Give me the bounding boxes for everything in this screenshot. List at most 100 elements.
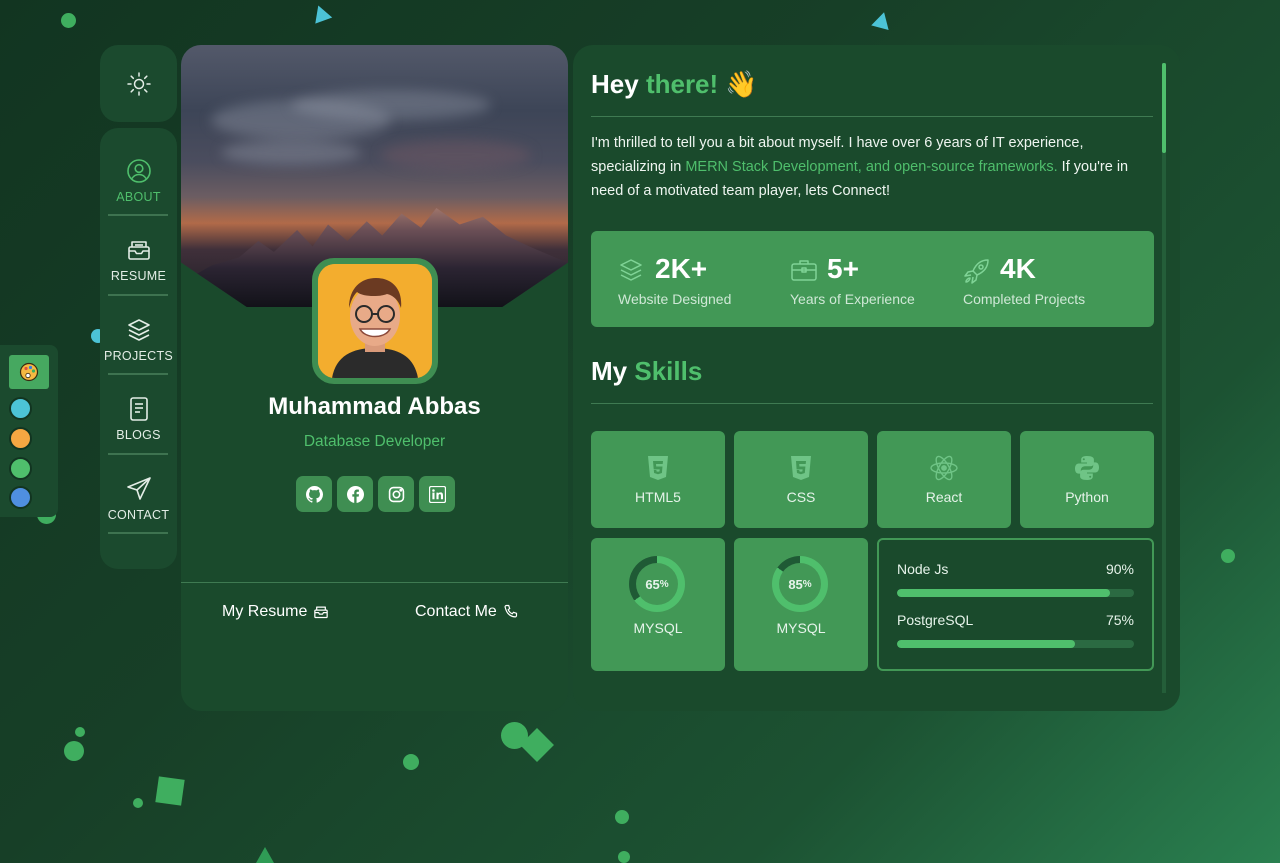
- progress-bar-fill: [897, 589, 1111, 597]
- html5-icon: [648, 455, 668, 480]
- ring-unit: %: [802, 578, 812, 590]
- nav-item-contact[interactable]: CONTACT: [100, 461, 177, 537]
- skill-react: React: [877, 431, 1011, 528]
- ring-unit: %: [659, 578, 669, 590]
- stat-value: 2K+: [655, 253, 708, 284]
- decor-dot: [618, 851, 630, 863]
- nav-item-projects[interactable]: PROJECTS: [100, 302, 177, 378]
- skill-css: CSS: [734, 431, 868, 528]
- nav-divider: [108, 373, 168, 375]
- document-icon: [129, 397, 148, 421]
- decor-dot: [75, 727, 85, 737]
- linkedin-icon: [428, 485, 446, 503]
- scrollbar-track[interactable]: [1162, 63, 1166, 693]
- react-icon: [930, 455, 958, 480]
- skill-bar-row: Node Js 90%: [897, 561, 1134, 597]
- intro-highlight: MERN Stack Development, and open-source …: [685, 159, 1058, 175]
- inbox-icon: [314, 606, 329, 619]
- css3-icon: [791, 455, 811, 480]
- skill-bar-row: PostgreSQL 75%: [897, 612, 1134, 648]
- bar-value: 90%: [1105, 561, 1134, 577]
- theme-swatch-green[interactable]: [9, 457, 32, 480]
- ring-value: 85: [788, 576, 803, 592]
- decor-square: [155, 776, 185, 806]
- nav-item-blogs[interactable]: BLOGS: [100, 381, 177, 457]
- decor-dot: [1221, 549, 1235, 563]
- nav-item-resume[interactable]: RESUME: [100, 222, 177, 298]
- progress-bar-track: [897, 640, 1134, 648]
- python-icon: [1075, 455, 1099, 480]
- linkedin-link[interactable]: [419, 476, 455, 512]
- skill-python: Python: [1020, 431, 1154, 528]
- skill-ring-card: 65% MYSQL: [591, 538, 725, 671]
- theme-toggle-button[interactable]: [100, 45, 177, 122]
- progress-bar-track: [897, 589, 1134, 597]
- decor-triangle: [309, 2, 333, 24]
- decor-triangle: [256, 847, 274, 863]
- nav-item-label: ABOUT: [116, 190, 161, 204]
- send-icon: [126, 477, 151, 500]
- skill-ring-card: 85% MYSQL: [734, 538, 868, 671]
- scrollbar-thumb[interactable]: [1162, 63, 1166, 153]
- github-link[interactable]: [296, 476, 332, 512]
- stat-label: Years of Experience: [790, 291, 915, 307]
- decor-dot: [403, 754, 419, 770]
- nav-item-about[interactable]: ABOUT: [100, 143, 177, 219]
- about-card: Hey there! 👋 I'm thrilled to tell you a …: [573, 45, 1180, 711]
- progress-ring: 85%: [772, 556, 828, 612]
- rocket-icon: [964, 259, 989, 284]
- skill-bars-card: Node Js 90% PostgreSQL 75%: [877, 538, 1154, 671]
- stat-label: Completed Projects: [963, 291, 1086, 307]
- layers-icon: [620, 259, 642, 281]
- about-intro: I'm thrilled to tell you a bit about mys…: [591, 135, 1129, 199]
- nav-item-label: CONTACT: [107, 508, 170, 522]
- github-icon: [305, 485, 323, 503]
- instagram-link[interactable]: [378, 476, 414, 512]
- profile-photo: [318, 264, 432, 378]
- ring-label: MYSQL: [633, 620, 683, 636]
- ring-label: MYSQL: [776, 620, 826, 636]
- facebook-link[interactable]: [337, 476, 373, 512]
- profile-divider: [181, 582, 568, 583]
- skill-label: React: [925, 488, 963, 505]
- decor-dot: [133, 798, 143, 808]
- my-resume-label: My Resume: [222, 603, 308, 620]
- skill-label: Python: [1065, 488, 1109, 505]
- nav-divider: [108, 453, 168, 455]
- skill-label: CSS: [786, 488, 816, 505]
- instagram-icon: [388, 486, 404, 502]
- skill-label: HTML5: [635, 488, 681, 505]
- stats-panel: 2K+ Website Designed 5+ Years of Experie…: [591, 231, 1154, 327]
- theme-swatch-orange[interactable]: [9, 427, 32, 450]
- stat-value: 5+: [827, 253, 859, 284]
- phone-icon: [504, 604, 517, 618]
- profile-name: Muhammad Abbas: [268, 393, 481, 420]
- contact-me-label: Contact Me: [415, 603, 497, 620]
- profile-role: Database Developer: [303, 433, 446, 450]
- heading-divider: [591, 116, 1153, 117]
- bar-label: PostgreSQL: [897, 612, 974, 628]
- contact-me-button[interactable]: Contact Me: [415, 603, 519, 621]
- skills-divider: [591, 403, 1153, 404]
- layers-icon: [127, 319, 150, 341]
- nav-divider: [108, 214, 168, 216]
- my-resume-button[interactable]: My Resume: [222, 603, 329, 621]
- decor-dot: [64, 741, 84, 761]
- bar-value: 75%: [1105, 612, 1134, 628]
- nav-item-label: BLOGS: [116, 428, 161, 442]
- nav-divider: [108, 532, 168, 534]
- profile-card: Muhammad Abbas Database Developer My Res…: [181, 45, 568, 711]
- nav-item-label: PROJECTS: [103, 349, 174, 363]
- bar-label: Node Js: [897, 561, 949, 577]
- skills-heading: My Skills: [591, 356, 703, 386]
- theme-swatch-blue[interactable]: [9, 486, 32, 509]
- skill-html5: HTML5: [591, 431, 725, 528]
- palette-button[interactable]: [9, 355, 49, 389]
- briefcase-icon: [791, 260, 817, 281]
- progress-ring: 65%: [629, 556, 685, 612]
- theme-color-picker: [0, 345, 58, 517]
- ring-value: 65: [645, 576, 660, 592]
- theme-swatch-cyan[interactable]: [9, 397, 32, 420]
- about-heading: Hey there! 👋: [591, 69, 758, 99]
- wave-emoji: 👋: [725, 69, 758, 99]
